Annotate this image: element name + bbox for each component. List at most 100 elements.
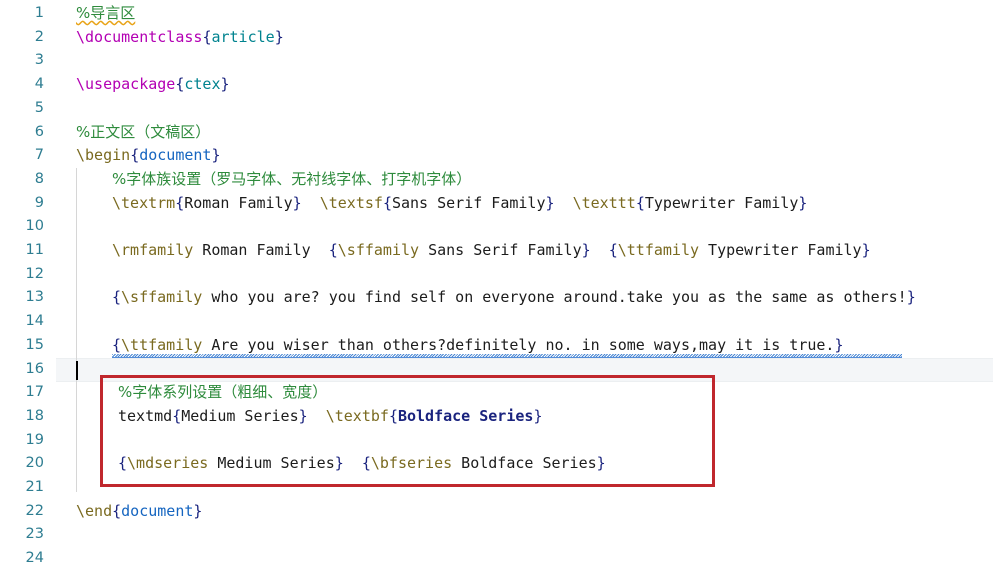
brace-open: { (130, 146, 140, 165)
brace-close: } (906, 288, 916, 307)
line-number: 17 (25, 384, 44, 401)
line-number: 12 (25, 265, 44, 282)
code-line-12[interactable] (0, 263, 993, 287)
line-number: 15 (25, 336, 44, 353)
latex-code-editor[interactable]: 1 2 3 4 5 6 7 8 9 10 11 12 13 14 15 16 1… (0, 0, 993, 584)
argument-token: Typewriter Family (644, 193, 799, 212)
comment-token: %导言区 (76, 4, 136, 22)
line-number: 2 (34, 28, 44, 45)
brace-close: } (798, 193, 808, 212)
command-token: \texttt (572, 193, 636, 212)
plain-text: Roman Family (193, 241, 329, 259)
brace-open: { (112, 335, 122, 354)
code-line-22[interactable]: \end{document} (0, 500, 993, 524)
comment-token: %正文区（文稿区） (76, 122, 211, 141)
code-line-10[interactable] (0, 215, 993, 239)
brace-close: } (834, 335, 844, 354)
code-line-13[interactable]: {\sffamily who you are? you find self on… (0, 286, 993, 310)
line-number: 7 (34, 147, 44, 164)
plain-text: who you are? you find self on everyone a… (202, 288, 907, 307)
code-line-11[interactable]: \rmfamily Roman Family {\sffamily Sans S… (0, 239, 993, 263)
code-line-1[interactable]: %导言区 (0, 2, 993, 26)
indent-guide (76, 168, 77, 492)
command-token: \sffamily (337, 241, 420, 259)
argument-token: document (139, 146, 212, 165)
line-number: 5 (34, 99, 44, 116)
command-token: \documentclass (76, 27, 203, 46)
brace-close: } (545, 193, 555, 212)
code-line-4[interactable]: \usepackage{ctex} (0, 73, 993, 97)
code-line-6[interactable]: %正文区（文稿区） (0, 121, 993, 145)
code-line-3[interactable] (0, 49, 993, 73)
line-number: 4 (34, 76, 44, 93)
brace-close: } (581, 241, 591, 259)
brace-open: { (635, 193, 645, 212)
line-number: 3 (34, 52, 44, 69)
plain-text: Boldface Series (452, 454, 597, 473)
comment-token: %字体族设置（罗马字体、无衬线字体、打字机字体） (112, 169, 472, 188)
command-token: \sffamily (121, 288, 203, 307)
command-token: \begin (76, 146, 131, 165)
brace-close: } (220, 75, 230, 94)
argument-token: document (121, 501, 194, 520)
line-number: 23 (25, 526, 44, 543)
brace-open: { (328, 241, 338, 259)
command-token: \textsf (319, 193, 383, 212)
code-line-14[interactable] (0, 310, 993, 334)
code-line-20[interactable]: {\mdseries Medium Series} {\bfseries Bol… (0, 452, 993, 476)
code-line-5[interactable] (0, 97, 993, 121)
command-token: \ttfamily (617, 241, 700, 259)
command-token: \ttfamily (121, 335, 203, 354)
brace-close: } (193, 501, 203, 520)
line-number: 16 (25, 360, 44, 377)
argument-token: Roman Family (184, 193, 293, 212)
line-number: 20 (25, 455, 44, 472)
argument-token: article (211, 27, 275, 46)
code-line-24[interactable] (0, 547, 993, 571)
code-line-9[interactable]: \textrm{Roman Family} \textsf{Sans Serif… (0, 192, 993, 216)
line-number: 8 (34, 170, 44, 187)
line-number: 21 (25, 479, 44, 495)
command-token: \textbf (325, 406, 389, 425)
brace-close: } (596, 454, 606, 473)
code-line-21[interactable] (0, 476, 993, 500)
command-token: \end (76, 501, 113, 520)
command-token: \usepackage (76, 75, 176, 94)
line-number: 13 (25, 289, 44, 306)
line-number: 18 (25, 407, 44, 424)
bold-argument-token: Boldface Series (397, 406, 534, 425)
plain-text: Typewriter Family (699, 241, 862, 259)
code-line-8[interactable]: %字体族设置（罗马字体、无衬线字体、打字机字体） (0, 168, 993, 192)
spellcheck-squiggle (112, 354, 902, 358)
brace-open: { (112, 288, 122, 307)
line-number: 14 (25, 313, 44, 330)
brace-open: { (118, 454, 128, 473)
argument-token: Medium Series (181, 406, 299, 425)
code-line-23[interactable] (0, 523, 993, 547)
brace-open: { (382, 193, 392, 212)
command-token: \mdseries (127, 454, 209, 473)
code-line-16[interactable] (0, 358, 993, 382)
line-number: 22 (25, 502, 44, 519)
code-line-19[interactable] (0, 429, 993, 453)
code-line-2[interactable]: \documentclass{article} (0, 26, 993, 50)
code-content-area[interactable]: %导言区 \documentclass{article} \usepackage… (0, 0, 993, 584)
plain-text: Medium Series (208, 454, 335, 473)
command-token: \bfseries (370, 454, 453, 473)
line-number: 11 (25, 242, 44, 258)
brace-close: } (211, 146, 221, 165)
code-line-18[interactable]: textmd{Medium Series} \textbf{Boldface S… (0, 405, 993, 429)
comment-token: %字体系列设置（粗细、宽度） (118, 383, 328, 402)
command-token: \rmfamily (112, 241, 194, 259)
brace-open: { (172, 406, 182, 425)
code-line-17[interactable]: %字体系列设置（粗细、宽度） (0, 381, 993, 405)
code-line-7[interactable]: \begin{document} (0, 144, 993, 168)
line-number: 9 (34, 194, 44, 211)
argument-token: ctex (184, 75, 221, 94)
brace-close: } (292, 193, 302, 212)
